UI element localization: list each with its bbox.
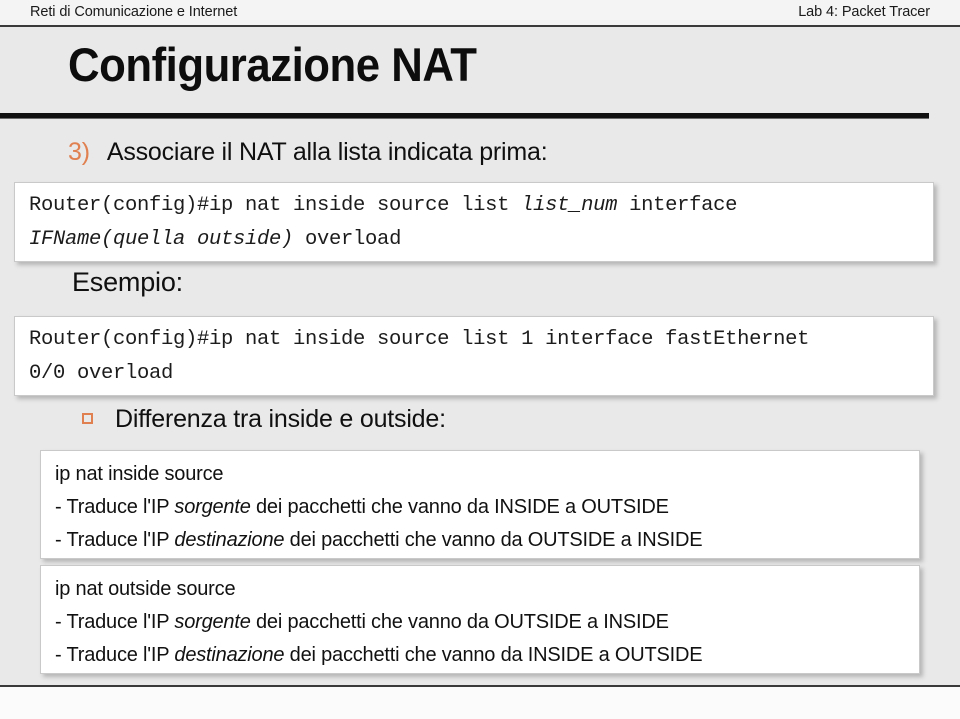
code-placeholder-listnum: list_num (521, 194, 618, 217)
example-label: Esempio: (72, 267, 183, 297)
step-line: 3) Associare il NAT alla lista indicata p… (68, 138, 548, 167)
info-box-line: - Traduce l'IP destinazione dei pacchett… (55, 524, 909, 557)
header-bar: Reti di Comunicazione e Internet Lab 4: … (0, 0, 960, 25)
code-line: Router(config)#ip nat inside source list… (29, 328, 810, 351)
step-text: Associare il NAT alla lista indicata pri… (106, 138, 548, 166)
text-segment: dei pacchetti che vanno da OUTSIDE a INS… (284, 529, 703, 551)
title-underline-rule (0, 113, 929, 119)
header-divider (0, 25, 960, 27)
emphasis-sorgente: sorgente (174, 611, 251, 633)
info-box-heading: ip nat outside source (55, 578, 236, 600)
text-segment: - Traduce l'IP (55, 529, 175, 551)
text-segment: dei pacchetti che vanno da INSIDE a OUTS… (250, 496, 669, 518)
info-box-inside-source: ip nat inside source - Traduce l'IP sorg… (40, 450, 920, 559)
header-course-title: Reti di Comunicazione e Internet (30, 4, 238, 20)
info-box-line: - Traduce l'IP sorgente dei pacchetti ch… (55, 491, 909, 524)
step-number: 3) (68, 138, 90, 166)
emphasis-sorgente: sorgente (174, 496, 251, 518)
text-segment: dei pacchetti che vanno da INSIDE a OUTS… (284, 644, 703, 666)
code-line: Router(config)#ip nat inside source list… (29, 189, 923, 223)
page-title: Configurazione NAT (68, 38, 477, 91)
code-line: 0/0 overload (29, 362, 174, 385)
code-segment: interface (617, 194, 738, 217)
code-placeholder-ifname: IFName(quella outside) (29, 228, 294, 251)
text-segment: - Traduce l'IP (55, 496, 175, 518)
bullet-text: Differenza tra inside e outside: (115, 405, 446, 433)
emphasis-destinazione: destinazione (174, 644, 285, 666)
code-segment: overload (293, 228, 402, 251)
emphasis-destinazione: destinazione (174, 529, 285, 551)
footer-bar: 17/12/2012 15 (0, 687, 960, 719)
code-block-example: Router(config)#ip nat inside source list… (14, 316, 934, 396)
info-box-line: - Traduce l'IP destinazione dei pacchett… (55, 639, 909, 672)
text-segment: - Traduce l'IP (55, 644, 175, 666)
info-box-outside-source: ip nat outside source - Traduce l'IP sor… (40, 565, 920, 674)
code-segment: Router(config)#ip nat inside source list (29, 194, 522, 217)
info-box-heading: ip nat inside source (55, 463, 224, 485)
code-block-syntax: Router(config)#ip nat inside source list… (14, 182, 934, 262)
text-segment: - Traduce l'IP (55, 611, 175, 633)
info-box-line: - Traduce l'IP sorgente dei pacchetti ch… (55, 606, 909, 639)
bullet-line-difference: Differenza tra inside e outside: (82, 405, 446, 434)
slide-root: Reti di Comunicazione e Internet Lab 4: … (0, 0, 960, 719)
header-lab-title: Lab 4: Packet Tracer (798, 4, 930, 20)
code-line: IFName(quella outside) overload (29, 223, 923, 257)
square-bullet-icon (82, 413, 93, 424)
text-segment: dei pacchetti che vanno da OUTSIDE a INS… (250, 611, 669, 633)
